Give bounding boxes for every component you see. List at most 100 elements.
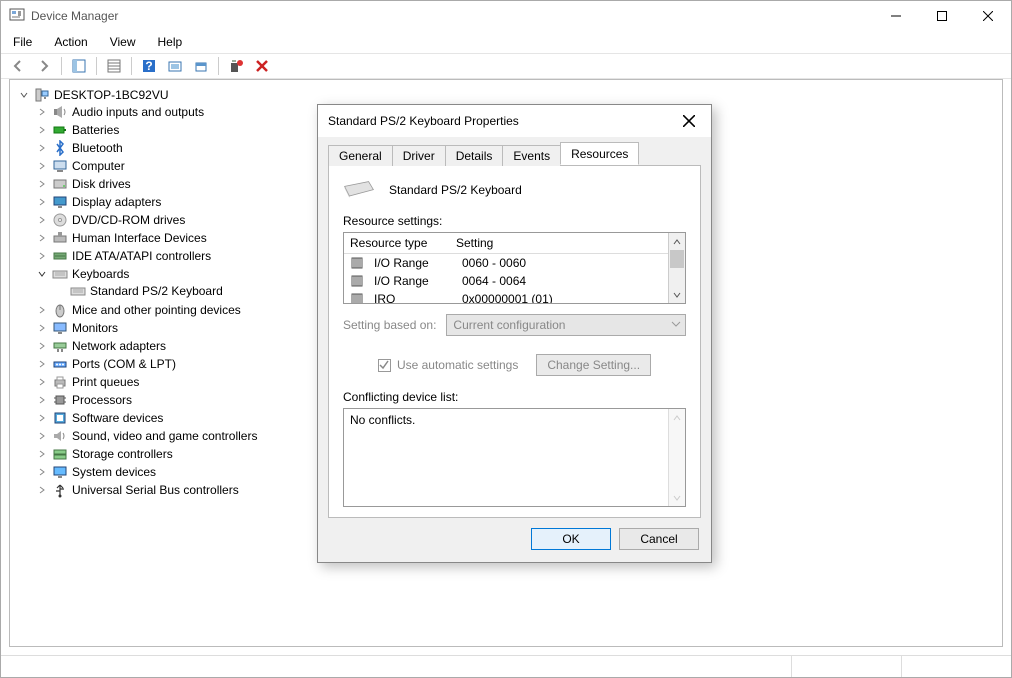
content-area: DESKTOP-1BC92VU Audio inputs and outputs… — [9, 79, 1003, 647]
tree-node-label: Print queues — [72, 375, 139, 389]
network-icon — [52, 338, 68, 354]
use-automatic-checkbox: Use automatic settings — [378, 358, 518, 372]
conflicting-label: Conflicting device list: — [343, 390, 686, 404]
device-manager-window: Device Manager File Action View Help ? D… — [0, 0, 1012, 678]
svg-text:?: ? — [145, 59, 152, 73]
expand-icon[interactable] — [36, 448, 48, 460]
menubar: File Action View Help — [1, 31, 1011, 53]
expand-icon[interactable] — [36, 232, 48, 244]
app-icon — [9, 8, 25, 24]
menu-action[interactable]: Action — [50, 33, 91, 51]
scrollbar-thumb[interactable] — [670, 250, 684, 268]
expand-icon[interactable] — [36, 340, 48, 352]
tree-node-label: Network adapters — [72, 339, 166, 353]
keyboard-icon — [52, 266, 68, 282]
cpu-icon — [52, 392, 68, 408]
resource-icon — [350, 293, 364, 303]
resource-scrollbar[interactable] — [668, 233, 685, 303]
tab-details[interactable]: Details — [445, 145, 504, 166]
chevron-down-icon[interactable] — [669, 286, 685, 303]
resource-setting: 0064 - 0064 — [462, 274, 526, 288]
tree-node-label: Storage controllers — [72, 447, 173, 461]
show-hide-tree-button[interactable] — [68, 55, 90, 77]
tab-resources[interactable]: Resources — [560, 142, 639, 165]
expand-icon[interactable] — [36, 430, 48, 442]
expand-icon[interactable] — [36, 304, 48, 316]
tab-strip: GeneralDriverDetailsEventsResources — [328, 143, 701, 165]
speaker-icon — [52, 104, 68, 120]
system-icon — [52, 464, 68, 480]
tree-node-label: Monitors — [72, 321, 118, 335]
resource-list[interactable]: Resource type Setting I/O Range 0060 - 0… — [343, 232, 686, 304]
menu-help[interactable]: Help — [154, 33, 187, 51]
resource-row[interactable]: I/O Range 0060 - 0060 — [344, 254, 668, 272]
expand-icon[interactable] — [36, 466, 48, 478]
resource-setting: 0x00000001 (01) — [462, 292, 553, 303]
collapse-icon[interactable] — [18, 89, 30, 101]
checkbox-icon — [378, 359, 391, 372]
expand-icon[interactable] — [36, 412, 48, 424]
forward-button[interactable] — [33, 55, 55, 77]
resource-settings-label: Resource settings: — [343, 214, 686, 228]
column-setting[interactable]: Setting — [456, 236, 493, 250]
close-button[interactable] — [965, 1, 1011, 31]
storage-icon — [52, 446, 68, 462]
tree-node-label: Keyboards — [72, 267, 129, 281]
resource-type: IRQ — [374, 292, 452, 303]
update-driver-button[interactable] — [190, 55, 212, 77]
expand-icon[interactable] — [36, 124, 48, 136]
properties-dialog: Standard PS/2 Keyboard Properties Genera… — [317, 104, 712, 563]
expand-icon[interactable] — [36, 142, 48, 154]
expand-icon[interactable] — [36, 178, 48, 190]
disk-icon — [52, 176, 68, 192]
tab-general[interactable]: General — [328, 145, 393, 166]
tree-node-label: Display adapters — [72, 195, 161, 209]
dialog-title: Standard PS/2 Keyboard Properties — [328, 114, 677, 128]
tab-driver[interactable]: Driver — [392, 145, 446, 166]
menu-file[interactable]: File — [9, 33, 36, 51]
minimize-button[interactable] — [873, 1, 919, 31]
expand-icon[interactable] — [36, 322, 48, 334]
menu-view[interactable]: View — [106, 33, 140, 51]
tree-root[interactable]: DESKTOP-1BC92VU — [18, 87, 998, 103]
cd-icon — [52, 212, 68, 228]
disable-device-button[interactable] — [251, 55, 273, 77]
expand-icon[interactable] — [36, 214, 48, 226]
expand-icon[interactable] — [36, 394, 48, 406]
expand-icon[interactable] — [36, 106, 48, 118]
properties-button[interactable] — [103, 55, 125, 77]
uninstall-device-button[interactable] — [225, 55, 247, 77]
expand-icon[interactable] — [36, 484, 48, 496]
ide-icon — [52, 248, 68, 264]
change-setting-button: Change Setting... — [536, 354, 651, 376]
dialog-close-button[interactable] — [677, 109, 701, 133]
toolbar: ? — [1, 53, 1011, 79]
expand-icon[interactable] — [36, 250, 48, 262]
expand-icon[interactable] — [36, 376, 48, 388]
conflicting-device-list: No conflicts. — [343, 408, 686, 507]
cancel-button[interactable]: Cancel — [619, 528, 699, 550]
expand-icon[interactable] — [36, 358, 48, 370]
chevron-down-icon — [669, 489, 685, 506]
help-button[interactable]: ? — [138, 55, 160, 77]
tree-node-label: Mice and other pointing devices — [72, 303, 241, 317]
ok-button[interactable]: OK — [531, 528, 611, 550]
use-automatic-label: Use automatic settings — [397, 358, 518, 372]
scan-hardware-button[interactable] — [164, 55, 186, 77]
tree-node-label: Sound, video and game controllers — [72, 429, 257, 443]
titlebar: Device Manager — [1, 1, 1011, 31]
soft-icon — [52, 410, 68, 426]
resource-row[interactable]: I/O Range 0064 - 0064 — [344, 272, 668, 290]
resource-icon — [350, 275, 364, 287]
maximize-button[interactable] — [919, 1, 965, 31]
chevron-up-icon[interactable] — [669, 233, 685, 250]
keyboard-icon — [343, 180, 375, 200]
back-button[interactable] — [7, 55, 29, 77]
computer-icon — [34, 87, 50, 103]
resource-row[interactable]: IRQ 0x00000001 (01) — [344, 290, 668, 303]
expand-icon[interactable] — [36, 268, 48, 280]
column-resource-type[interactable]: Resource type — [350, 236, 446, 250]
expand-icon[interactable] — [36, 196, 48, 208]
tab-events[interactable]: Events — [502, 145, 561, 166]
expand-icon[interactable] — [36, 160, 48, 172]
